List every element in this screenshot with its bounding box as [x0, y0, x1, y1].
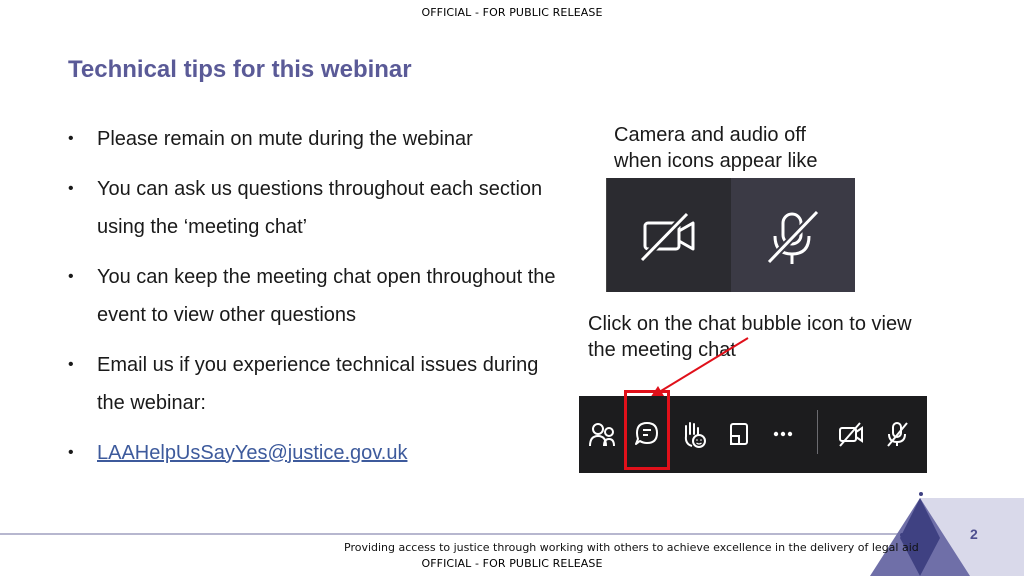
chat-icon-highlight-box — [624, 390, 670, 470]
list-item: You can ask us questions throughout each… — [68, 170, 568, 247]
tip-text-mute: Please remain on mute during the webinar — [97, 128, 473, 150]
mic-off-icon — [766, 209, 820, 265]
people-icon[interactable] — [583, 414, 623, 454]
toolbar-divider — [817, 410, 818, 454]
tip-text-email: Email us if you experience technical iss… — [97, 353, 539, 415]
email-link[interactable]: LAAHelpUsSayYes@justice.gov.uk — [97, 442, 407, 464]
mic-off-icon[interactable] — [877, 414, 917, 454]
footer-tagline: Providing access to justice through work… — [344, 541, 919, 554]
camera-off-icon[interactable] — [831, 414, 871, 454]
raise-hand-icon[interactable] — [673, 414, 713, 454]
more-options-icon[interactable] — [763, 414, 803, 454]
tip-text-questions: You can ask us questions throughout each… — [97, 177, 543, 239]
list-item: Email us if you experience technical iss… — [68, 346, 568, 423]
page-number: 2 — [970, 526, 978, 542]
list-item: You can keep the meeting chat open throu… — [68, 258, 568, 335]
av-status-panel — [606, 178, 855, 292]
classification-marking-bottom: OFFICIAL - FOR PUBLIC RELEASE — [421, 557, 603, 570]
tip-text-chat-open: You can keep the meeting chat open throu… — [97, 265, 556, 327]
camera-off-icon — [639, 211, 695, 263]
share-screen-icon[interactable] — [719, 414, 759, 454]
chat-bubble-caption: Click on the chat bubble icon to view th… — [588, 313, 912, 361]
camera-tile — [607, 178, 731, 292]
tips-list: Please remain on mute during the webinar… — [68, 120, 568, 483]
list-item: Please remain on mute during the webinar — [68, 120, 568, 159]
mic-tile — [731, 178, 855, 292]
classification-marking-top: OFFICIAL - FOR PUBLIC RELEASE — [421, 6, 603, 19]
footer-divider — [0, 533, 900, 535]
list-item: LAAHelpUsSayYes@justice.gov.uk — [68, 434, 568, 473]
slide-title: Technical tips for this webinar — [68, 56, 412, 83]
